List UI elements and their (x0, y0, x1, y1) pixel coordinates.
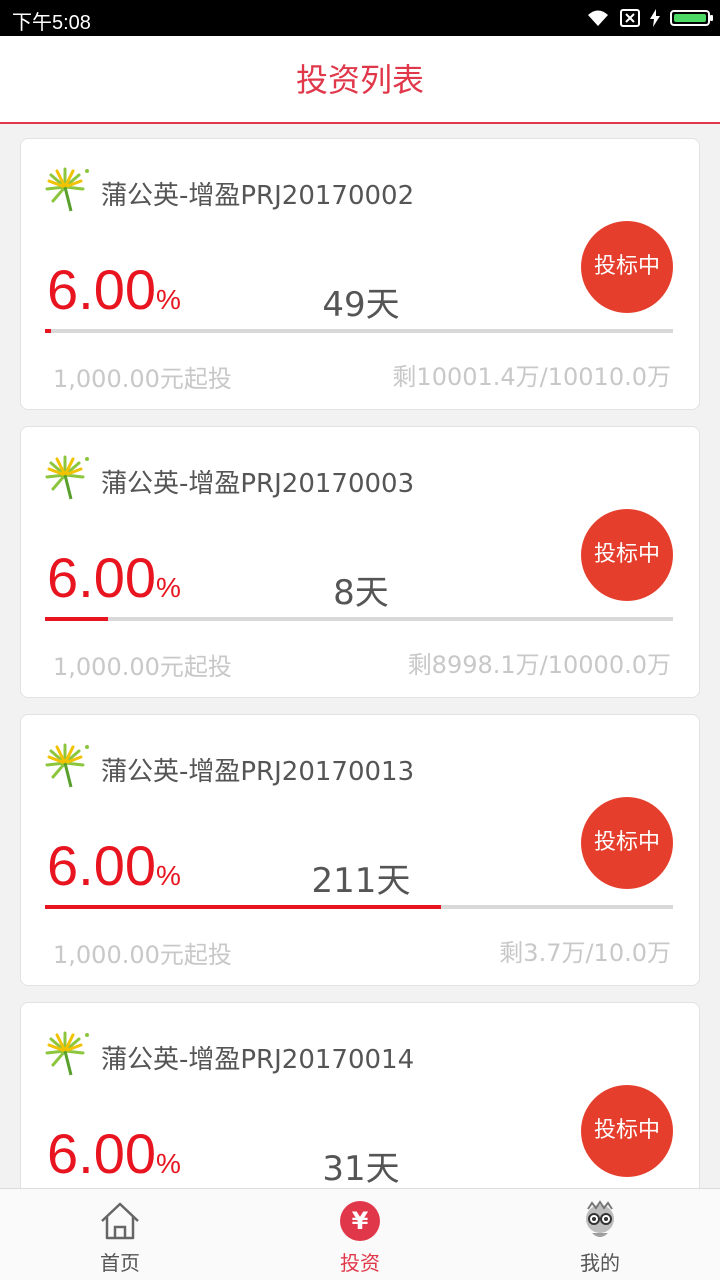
bidding-status-button[interactable]: 投标中 (581, 221, 673, 313)
tab-home-label: 首页 (100, 1251, 140, 1275)
yen-symbol: ¥ (340, 1201, 380, 1241)
progress-fill (45, 905, 441, 909)
progress-fill (45, 329, 52, 333)
rate-value: 6.00 (47, 258, 156, 321)
term-days: 211天 (311, 861, 411, 901)
progress-fill (45, 617, 108, 621)
rate-unit: % (156, 860, 181, 891)
home-icon (101, 1202, 139, 1240)
tab-mine-label: 我的 (580, 1251, 620, 1275)
product-name: 蒲公英-增盈PRJ20170003 (101, 469, 415, 499)
tab-mine[interactable]: 我的 (480, 1189, 720, 1280)
min-investment: 1,000.00元起投 (53, 941, 232, 969)
annual-rate: 6.00% (47, 257, 181, 322)
term-days: 49天 (322, 285, 400, 325)
remaining-amount: 剩10001.4万/10010.0万 (392, 363, 671, 391)
product-name: 蒲公英-增盈PRJ20170013 (101, 757, 415, 787)
dandelion-logo-icon (45, 743, 89, 788)
bidding-status-button[interactable]: 投标中 (581, 1085, 673, 1177)
bidding-status-button[interactable]: 投标中 (581, 797, 673, 889)
tab-home[interactable]: 首页 (0, 1189, 240, 1280)
product-card[interactable]: 蒲公英-增盈PRJ20170002 6.00% 49天 投标中 1,000.00… (20, 138, 700, 410)
no-sim-icon (620, 9, 640, 27)
progress-track (45, 617, 673, 621)
term-days: 31天 (322, 1149, 400, 1188)
rate-value: 6.00 (47, 834, 156, 897)
battery-icon (670, 10, 713, 26)
tab-invest-label: 投资 (340, 1251, 380, 1275)
term-days: 8天 (333, 573, 389, 613)
product-card[interactable]: 蒲公英-增盈PRJ20170014 6.00% 31天 投标中 (20, 1002, 700, 1188)
product-name: 蒲公英-增盈PRJ20170014 (101, 1045, 415, 1075)
rate-unit: % (156, 1148, 181, 1179)
annual-rate: 6.00% (47, 833, 181, 898)
dandelion-logo-icon (45, 1031, 89, 1076)
remaining-amount: 剩8998.1万/10000.0万 (407, 651, 671, 679)
charging-icon (650, 9, 660, 27)
bidding-status-button[interactable]: 投标中 (581, 509, 673, 601)
product-card[interactable]: 蒲公英-增盈PRJ20170013 6.00% 211天 投标中 1,000.0… (20, 714, 700, 986)
dandelion-logo-icon (45, 455, 89, 500)
annual-rate: 6.00% (47, 1121, 181, 1186)
annual-rate: 6.00% (47, 545, 181, 610)
min-investment: 1,000.00元起投 (53, 653, 232, 681)
page-title: 投资列表 (295, 61, 424, 99)
progress-track (45, 905, 673, 909)
wifi-icon (588, 10, 608, 26)
avatar-icon (586, 1200, 614, 1237)
status-icons (586, 6, 713, 30)
bottom-tab-bar: 首页 ¥ 投资 我的 (0, 1188, 720, 1280)
remaining-amount: 剩3.7万/10.0万 (499, 939, 671, 967)
status-time: 下午5:08 (12, 12, 91, 34)
rate-value: 6.00 (47, 1122, 156, 1185)
dandelion-logo-icon (45, 167, 89, 212)
rate-value: 6.00 (47, 546, 156, 609)
progress-track (45, 329, 673, 333)
product-name: 蒲公英-增盈PRJ20170002 (101, 181, 415, 211)
yen-icon: ¥ (338, 1199, 382, 1243)
rate-unit: % (156, 572, 181, 603)
rate-unit: % (156, 284, 181, 315)
min-investment: 1,000.00元起投 (53, 365, 232, 393)
tab-invest[interactable]: ¥ 投资 (240, 1189, 480, 1280)
product-list[interactable]: 蒲公英-增盈PRJ20170002 6.00% 49天 投标中 1,000.00… (0, 124, 720, 1188)
status-bar: 下午5:08 (0, 0, 720, 36)
page-header: 投资列表 (0, 36, 720, 124)
product-card[interactable]: 蒲公英-增盈PRJ20170003 6.00% 8天 投标中 1,000.00元… (20, 426, 700, 698)
